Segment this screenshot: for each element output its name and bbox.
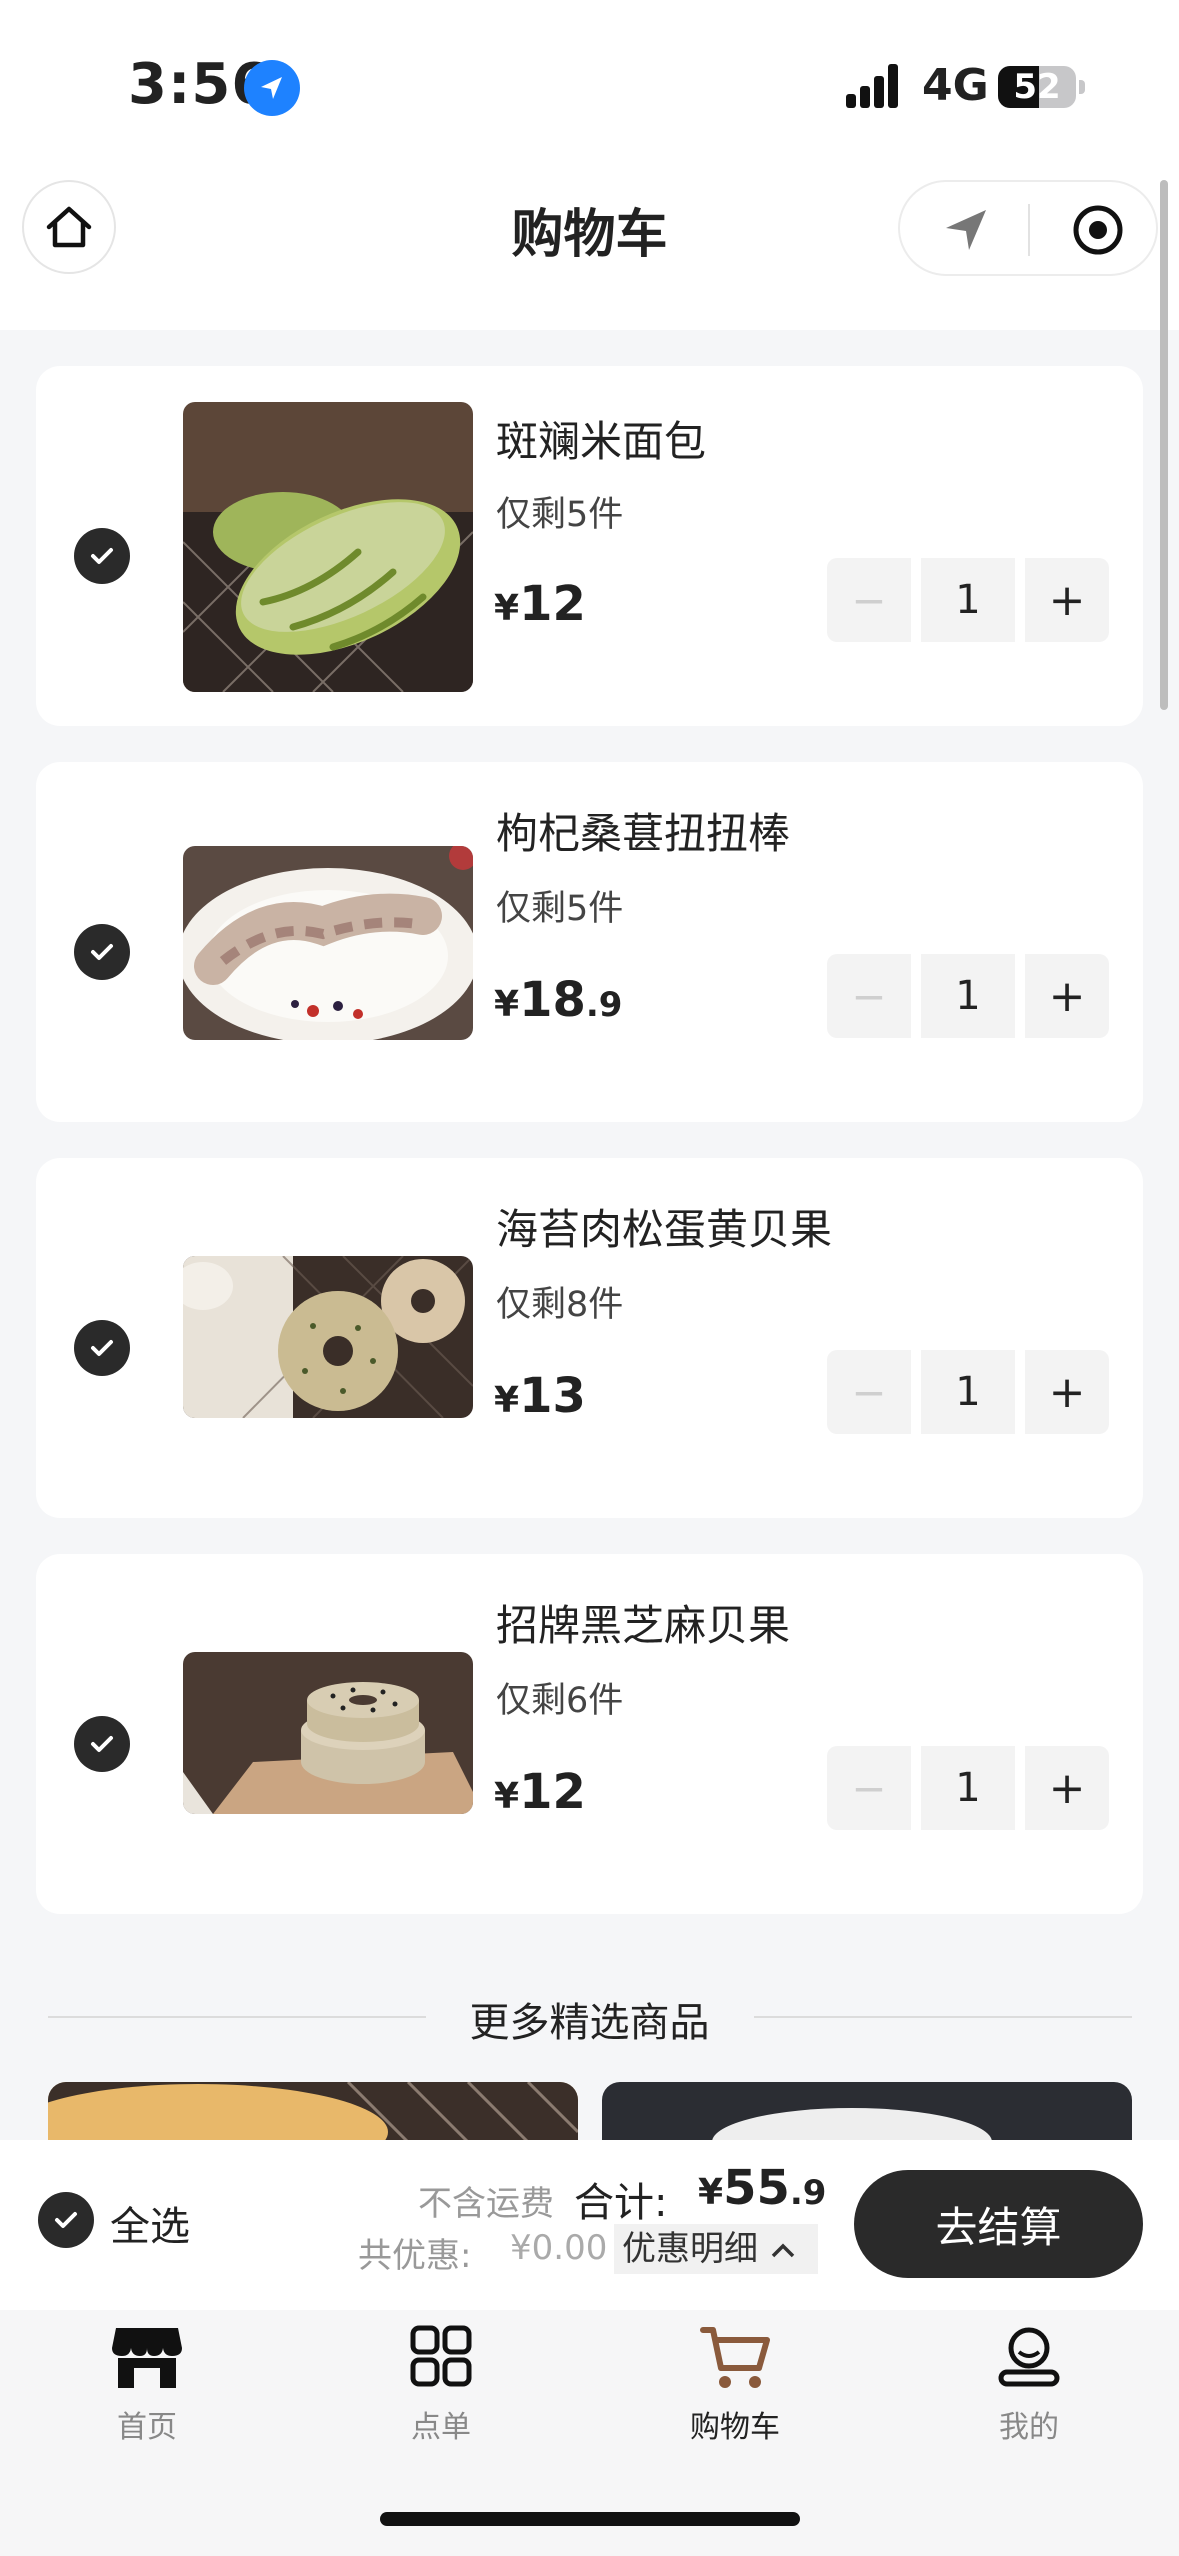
discount-label: 共优惠: [358, 2236, 472, 2276]
stock-note: 仅剩5件 [496, 889, 624, 929]
checkout-button[interactable]: 去结算 [854, 2170, 1143, 2278]
recommended-product-image[interactable] [602, 2082, 1132, 2142]
increase-button[interactable]: + [1025, 1746, 1109, 1830]
total-label: 合计: [574, 2180, 668, 2226]
item-checkbox[interactable] [74, 1320, 130, 1376]
increase-button[interactable]: + [1025, 558, 1109, 642]
chevron-up-icon [771, 2243, 795, 2257]
stock-note: 仅剩5件 [496, 495, 624, 535]
product-price: ¥12 [494, 1764, 586, 1820]
product-price: ¥18.9 [494, 972, 623, 1028]
select-all-checkbox[interactable] [38, 2192, 94, 2248]
battery-level: 52 [1013, 67, 1061, 107]
top-area [0, 0, 1179, 330]
product-price: ¥13 [494, 1368, 586, 1424]
stock-note: 仅剩6件 [496, 1681, 624, 1721]
increase-button[interactable]: + [1025, 1350, 1109, 1434]
close-target-icon[interactable] [1070, 202, 1126, 258]
discount-detail-button[interactable]: 优惠明细 [614, 2224, 818, 2274]
check-icon [91, 1736, 113, 1752]
check-icon [91, 548, 113, 564]
product-image[interactable] [183, 846, 473, 1040]
network-label: 4G [922, 60, 989, 111]
check-icon [91, 944, 113, 960]
decrease-button[interactable]: − [827, 558, 911, 642]
tab-home[interactable]: 首页 [0, 2310, 294, 2470]
total-amount: ¥55.9 [698, 2160, 827, 2216]
check-icon [91, 1340, 113, 1356]
product-name: 海苔肉松蛋黄贝果 [496, 1205, 833, 1254]
shipping-note: 不含运费 [418, 2184, 554, 2224]
more-products-title: 更多精选商品 [469, 2000, 710, 2046]
battery-tip [1079, 80, 1085, 94]
cart-item-card: 斑斓米面包 仅剩5件 ¥12 − 1 + [36, 366, 1143, 726]
discount-detail-label: 优惠明细 [622, 2229, 758, 2269]
product-price: ¥12 [494, 576, 586, 632]
product-name: 斑斓米面包 [496, 417, 707, 466]
scrollbar[interactable] [1160, 180, 1168, 710]
quantity-stepper: − 1 + [827, 558, 1109, 642]
product-image[interactable] [183, 1652, 473, 1814]
battery-icon: 52 [998, 66, 1076, 108]
tab-cart[interactable]: 购物车 [588, 2310, 882, 2470]
grid-icon [410, 2325, 472, 2387]
increase-button[interactable]: + [1025, 954, 1109, 1038]
profile-icon [998, 2327, 1060, 2387]
quantity-stepper: − 1 + [827, 1350, 1109, 1434]
stock-note: 仅剩8件 [496, 1285, 624, 1325]
tab-label: 我的 [999, 2410, 1059, 2445]
cart-item-card: 枸杞桑葚扭扭棒 仅剩5件 ¥18.9 − 1 + [36, 762, 1143, 1122]
tab-label: 首页 [117, 2410, 177, 2445]
divider-line [754, 2016, 1132, 2018]
tab-profile[interactable]: 我的 [882, 2310, 1176, 2470]
checkout-bar: 全选 不含运费 合计: ¥55.9 共优惠: ¥0.00 优惠明细 去结算 [0, 2140, 1179, 2310]
product-name: 招牌黑芝麻贝果 [496, 1601, 791, 1650]
quantity-value[interactable]: 1 [921, 1350, 1015, 1434]
signal-icon [846, 64, 904, 108]
recommended-product-image[interactable] [48, 2082, 578, 2142]
store-icon [112, 2328, 182, 2388]
home-indicator[interactable] [380, 2512, 800, 2526]
mini-program-capsule [898, 180, 1158, 276]
cart-icon [700, 2327, 770, 2388]
item-checkbox[interactable] [74, 924, 130, 980]
decrease-button[interactable]: − [827, 1746, 911, 1830]
item-checkbox[interactable] [74, 1716, 130, 1772]
quantity-value[interactable]: 1 [921, 1746, 1015, 1830]
navigation-arrow-icon[interactable] [938, 202, 994, 258]
cart-item-card: 海苔肉松蛋黄贝果 仅剩8件 ¥13 − 1 + [36, 1158, 1143, 1518]
quantity-stepper: − 1 + [827, 954, 1109, 1038]
decrease-button[interactable]: − [827, 1350, 911, 1434]
tab-order[interactable]: 点单 [294, 2310, 588, 2470]
decrease-button[interactable]: − [827, 954, 911, 1038]
tab-label: 点单 [411, 2410, 471, 2445]
item-checkbox[interactable] [74, 528, 130, 584]
product-image[interactable] [183, 402, 473, 692]
check-icon [55, 2212, 77, 2228]
tab-label: 购物车 [690, 2410, 780, 2445]
select-all-label[interactable]: 全选 [110, 2194, 190, 2252]
cart-item-card: 招牌黑芝麻贝果 仅剩6件 ¥12 − 1 + [36, 1554, 1143, 1914]
product-name: 枸杞桑葚扭扭棒 [496, 809, 791, 858]
quantity-value[interactable]: 1 [921, 954, 1015, 1038]
location-arrow-icon [244, 60, 300, 116]
quantity-value[interactable]: 1 [921, 558, 1015, 642]
discount-amount: ¥0.00 [510, 2228, 608, 2268]
product-image[interactable] [183, 1256, 473, 1418]
quantity-stepper: − 1 + [827, 1746, 1109, 1830]
